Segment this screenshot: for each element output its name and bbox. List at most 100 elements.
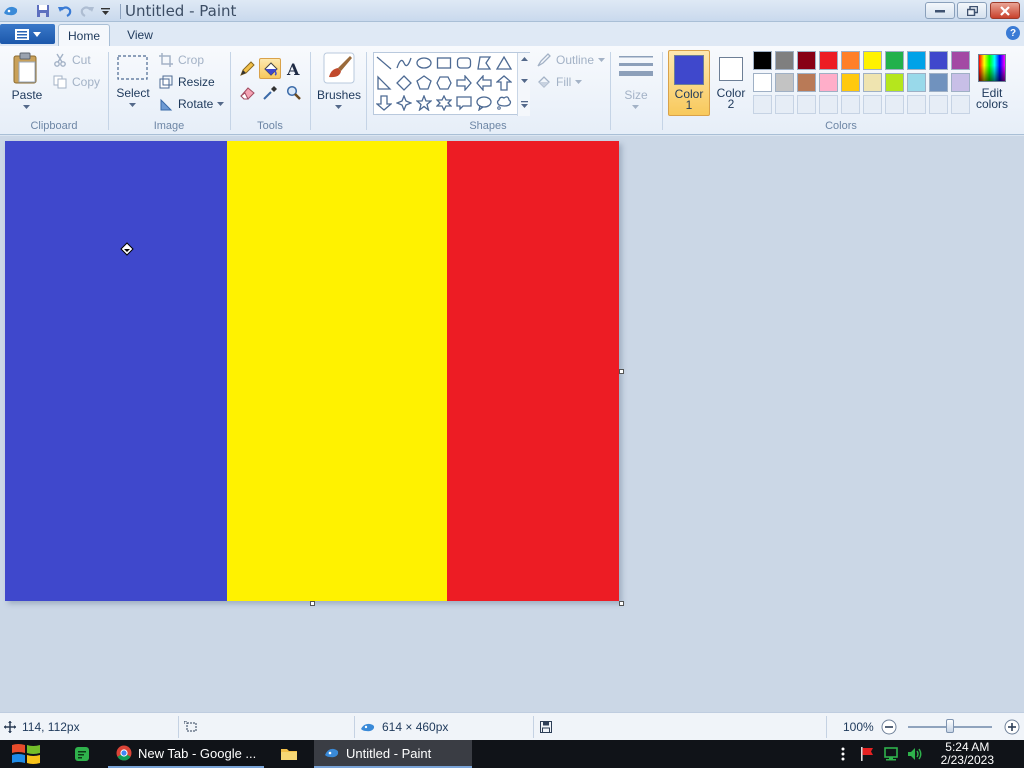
pencil-tool[interactable] bbox=[236, 58, 258, 79]
palette-swatch[interactable] bbox=[797, 73, 816, 92]
color-picker-tool[interactable] bbox=[259, 82, 281, 103]
five-point-star-shape[interactable] bbox=[414, 93, 434, 113]
restore-button[interactable] bbox=[957, 2, 987, 19]
triangle-shape[interactable] bbox=[494, 53, 514, 73]
zoom-out-button[interactable] bbox=[881, 713, 897, 741]
palette-swatch[interactable] bbox=[841, 73, 860, 92]
cut-button[interactable]: Cut bbox=[52, 50, 91, 70]
color1-button[interactable]: Color 1 bbox=[668, 50, 710, 116]
taskbar-app-green[interactable] bbox=[68, 740, 96, 768]
taskbar-chrome[interactable]: New Tab - Google ... bbox=[108, 740, 264, 768]
polygon-shape[interactable] bbox=[474, 53, 494, 73]
show-hidden-icons-button[interactable] bbox=[838, 740, 848, 768]
volume-control[interactable] bbox=[904, 740, 926, 768]
outline-button[interactable]: Outline bbox=[536, 50, 606, 70]
color2-button[interactable]: Color 2 bbox=[712, 50, 750, 116]
palette-swatch[interactable] bbox=[863, 73, 882, 92]
canvas-red-stripe[interactable] bbox=[447, 141, 619, 601]
palette-swatch[interactable] bbox=[885, 73, 904, 92]
resize-handle-right[interactable] bbox=[619, 369, 624, 374]
down-arrow-shape[interactable] bbox=[374, 93, 394, 113]
four-point-star-shape[interactable] bbox=[394, 93, 414, 113]
custom-color-slot[interactable] bbox=[929, 95, 948, 114]
resize-button[interactable]: Resize bbox=[158, 72, 215, 92]
shapes-scrollbar[interactable] bbox=[517, 53, 530, 116]
rectangular-callout-shape[interactable] bbox=[454, 93, 474, 113]
palette-swatch[interactable] bbox=[885, 51, 904, 70]
system-clock[interactable]: 5:24 AM 2/23/2023 bbox=[941, 741, 994, 767]
palette-swatch[interactable] bbox=[951, 51, 970, 70]
taskbar-paint[interactable]: Untitled - Paint bbox=[314, 740, 472, 768]
palette-swatch[interactable] bbox=[819, 73, 838, 92]
resize-handle-bottom[interactable] bbox=[310, 601, 315, 606]
copy-button[interactable]: Copy bbox=[52, 72, 100, 92]
palette-swatch[interactable] bbox=[863, 51, 882, 70]
custom-color-slot[interactable] bbox=[863, 95, 882, 114]
start-button[interactable] bbox=[8, 740, 44, 768]
brushes-button[interactable]: Brushes bbox=[316, 50, 362, 116]
tab-view[interactable]: View bbox=[114, 24, 166, 46]
custom-color-slot[interactable] bbox=[775, 95, 794, 114]
palette-swatch[interactable] bbox=[753, 51, 772, 70]
palette-swatch[interactable] bbox=[797, 51, 816, 70]
palette-swatch[interactable] bbox=[775, 73, 794, 92]
palette-swatch[interactable] bbox=[951, 73, 970, 92]
custom-color-slot[interactable] bbox=[951, 95, 970, 114]
expand-gallery-icon[interactable] bbox=[521, 101, 528, 109]
cloud-callout-shape[interactable] bbox=[494, 93, 514, 113]
palette-swatch[interactable] bbox=[819, 51, 838, 70]
left-arrow-shape[interactable] bbox=[474, 73, 494, 93]
six-point-star-shape[interactable] bbox=[434, 93, 454, 113]
scroll-up-icon[interactable] bbox=[521, 57, 528, 61]
paste-button[interactable]: Paste bbox=[8, 50, 48, 116]
undo-icon[interactable] bbox=[56, 2, 74, 20]
scroll-down-icon[interactable] bbox=[521, 79, 528, 83]
fill-button[interactable]: Fill bbox=[536, 72, 583, 92]
taskbar-file-explorer[interactable] bbox=[272, 740, 306, 768]
palette-swatch[interactable] bbox=[929, 51, 948, 70]
canvas-yellow-stripe[interactable] bbox=[227, 141, 447, 601]
custom-color-slot[interactable] bbox=[797, 95, 816, 114]
paint-menu-button[interactable] bbox=[0, 24, 55, 44]
network-status[interactable] bbox=[880, 740, 902, 768]
hexagon-shape[interactable] bbox=[434, 73, 454, 93]
rectangle-shape[interactable] bbox=[434, 53, 454, 73]
palette-swatch[interactable] bbox=[929, 73, 948, 92]
custom-color-slot[interactable] bbox=[907, 95, 926, 114]
palette-swatch[interactable] bbox=[841, 51, 860, 70]
tab-home[interactable]: Home bbox=[58, 24, 110, 46]
custom-color-slot[interactable] bbox=[819, 95, 838, 114]
right-triangle-shape[interactable] bbox=[374, 73, 394, 93]
zoom-slider-thumb[interactable] bbox=[946, 719, 954, 733]
rounded-rectangle-shape[interactable] bbox=[454, 53, 474, 73]
minimize-button[interactable] bbox=[925, 2, 955, 19]
eraser-tool[interactable] bbox=[236, 82, 258, 103]
custom-color-slot[interactable] bbox=[753, 95, 772, 114]
palette-swatch[interactable] bbox=[753, 73, 772, 92]
paint-app-icon[interactable] bbox=[2, 2, 20, 20]
palette-swatch[interactable] bbox=[907, 73, 926, 92]
close-button[interactable] bbox=[990, 2, 1020, 19]
canvas-blue-stripe[interactable] bbox=[5, 141, 227, 601]
right-arrow-shape[interactable] bbox=[454, 73, 474, 93]
palette-swatch[interactable] bbox=[907, 51, 926, 70]
resize-handle-corner[interactable] bbox=[619, 601, 624, 606]
rotate-button[interactable]: Rotate bbox=[158, 94, 225, 114]
curve-shape[interactable] bbox=[394, 53, 414, 73]
line-shape[interactable] bbox=[374, 53, 394, 73]
text-tool[interactable]: A bbox=[283, 58, 305, 79]
select-button[interactable]: Select bbox=[114, 50, 152, 116]
help-icon[interactable]: ? bbox=[1006, 26, 1020, 40]
custom-color-slot[interactable] bbox=[841, 95, 860, 114]
save-icon[interactable] bbox=[34, 2, 52, 20]
pentagon-shape[interactable] bbox=[414, 73, 434, 93]
custom-color-slot[interactable] bbox=[885, 95, 904, 114]
palette-swatch[interactable] bbox=[775, 51, 794, 70]
zoom-in-button[interactable] bbox=[1004, 713, 1020, 741]
oval-callout-shape[interactable] bbox=[474, 93, 494, 113]
fill-tool[interactable] bbox=[259, 58, 281, 79]
drawing-canvas[interactable] bbox=[5, 141, 619, 601]
crop-button[interactable]: Crop bbox=[158, 50, 204, 70]
diamond-shape[interactable] bbox=[394, 73, 414, 93]
redo-icon[interactable] bbox=[78, 2, 96, 20]
